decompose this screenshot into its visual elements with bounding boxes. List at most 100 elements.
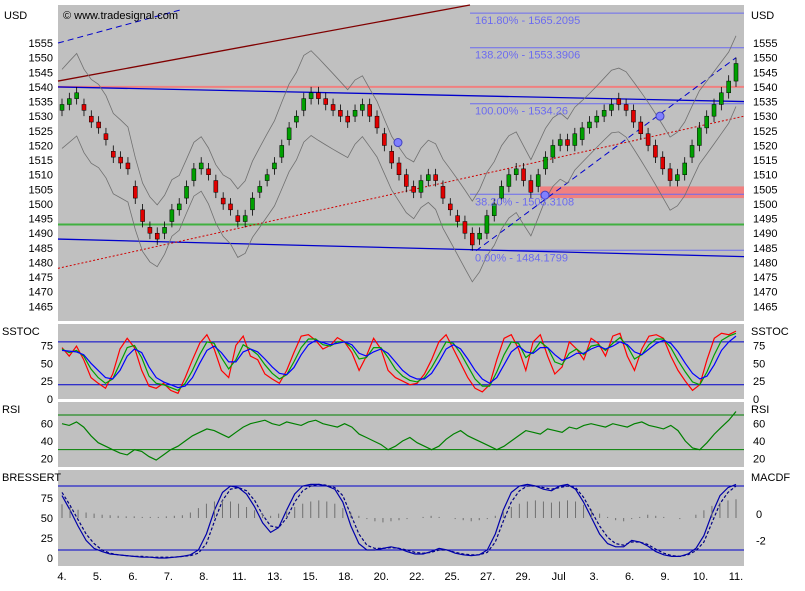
candle-body	[426, 174, 431, 181]
indicator-tick-left: 50	[41, 513, 53, 525]
fib-level-label: 0.00% - 1484.1799	[475, 252, 568, 264]
price-tick-label-right: 1550	[753, 53, 777, 65]
financial-chart: 1465 1465 1470 1470 1475 1475 1480 1480 1485 1485…	[2, 4, 790, 583]
x-tick-label: 10.	[693, 571, 708, 583]
price-tick-label-right: 1470	[753, 287, 777, 299]
fib-level-label: 100.00% - 1534.26	[475, 106, 568, 118]
price-tick-label-right: 1475	[753, 272, 777, 284]
candle-body	[162, 227, 167, 234]
candle-body	[462, 221, 468, 234]
candle-body	[316, 92, 321, 99]
candle-body	[433, 174, 438, 181]
price-tick-label-right: 1520	[753, 140, 777, 152]
candle-body	[675, 174, 680, 181]
price-tick-label-left: 1490	[29, 228, 53, 240]
x-tick-label: 18.	[338, 571, 353, 583]
candle-body	[374, 115, 380, 129]
x-tick-label: 27.	[480, 571, 495, 583]
indicator-tick-left: 40	[41, 436, 53, 448]
price-tick-label-left: 1495	[29, 214, 53, 226]
candle-body	[301, 98, 307, 111]
candle-body	[601, 110, 607, 117]
candle-body	[191, 168, 197, 181]
candle-body	[184, 186, 189, 199]
candle-body	[506, 174, 512, 187]
candle-body	[711, 104, 717, 117]
candle-body	[396, 162, 402, 175]
rsi-label-right: RSI	[751, 404, 769, 416]
candle-body	[594, 115, 600, 123]
x-tick-label: 13.	[267, 571, 282, 583]
indicator-tick-right: 40	[753, 436, 765, 448]
macd-label-right: MACDF	[751, 472, 790, 484]
indicator-tick-right: 25	[753, 376, 765, 388]
candle-body	[242, 215, 248, 222]
candle-body	[132, 186, 138, 199]
candle-body	[579, 127, 585, 140]
candle-body	[389, 151, 394, 164]
candle-body	[704, 115, 709, 129]
candle-body	[623, 104, 629, 111]
candle-body	[382, 133, 387, 146]
candle-body	[719, 92, 724, 105]
candle-body	[631, 110, 636, 123]
x-tick-label: 25.	[445, 571, 460, 583]
candle-body	[235, 215, 241, 222]
pivot-marker	[393, 138, 403, 148]
candle-body	[294, 115, 299, 123]
price-tick-label-right: 1495	[753, 214, 777, 226]
candle-body	[550, 145, 556, 158]
candle-body	[448, 203, 453, 211]
x-tick-label: 6.	[625, 571, 634, 583]
candle-body	[469, 232, 475, 246]
price-tick-label-left: 1500	[29, 199, 53, 211]
price-tick-label-left: 1555	[29, 38, 53, 50]
candle-body	[125, 162, 131, 170]
macd-tick-right: 0	[756, 509, 762, 521]
x-tick-label: 22.	[409, 571, 424, 583]
candle-body	[616, 98, 622, 105]
candle-body	[535, 174, 541, 187]
price-tick-label-right: 1545	[753, 67, 777, 79]
candle-body	[513, 168, 519, 175]
indicator-tick-left: 0	[47, 553, 53, 565]
x-tick-label: 5.	[93, 571, 102, 583]
candle-body	[81, 104, 87, 111]
sstoc-label-right: SSTOC	[751, 326, 789, 338]
indicator-tick-right: 75	[753, 340, 765, 352]
x-tick-label: 9.	[660, 571, 669, 583]
candle-body	[689, 145, 695, 158]
price-tick-label-right: 1490	[753, 228, 777, 240]
price-tick-label-left: 1545	[29, 67, 53, 79]
candle-body	[528, 180, 534, 193]
indicator-tick-left: 25	[41, 533, 53, 545]
price-tick-label-right: 1535	[753, 97, 777, 109]
candle-body	[147, 227, 153, 234]
candle-body	[667, 168, 673, 181]
price-tick-label-right: 1540	[753, 82, 777, 94]
price-tick-label-right: 1500	[753, 199, 777, 211]
x-tick-label: 11.	[232, 571, 246, 583]
candle-body	[557, 139, 563, 146]
price-tick-label-left: 1480	[29, 257, 53, 269]
macd-tick-right: -2	[756, 535, 766, 547]
candle-body	[140, 209, 145, 222]
candle-body	[323, 98, 329, 105]
price-tick-label-right: 1555	[753, 38, 777, 50]
copyright-text: © www.tradesignal.com	[63, 10, 178, 22]
candle-body	[286, 127, 292, 140]
fib-level-label: 38.20% - 1503.3108	[475, 196, 574, 208]
x-tick-label: 8.	[199, 571, 208, 583]
price-tick-label-left: 1520	[29, 140, 53, 152]
x-tick-label: Jul	[552, 571, 566, 583]
price-tick-label-right: 1505	[753, 184, 777, 196]
candle-body	[455, 215, 460, 222]
price-tick-label-left: 1530	[29, 111, 53, 123]
currency-label-right: USD	[751, 10, 774, 22]
candle-body	[198, 162, 204, 170]
price-tick-label-right: 1465	[753, 301, 777, 313]
price-tick-label-left: 1525	[29, 126, 53, 138]
candle-body	[404, 174, 409, 187]
candle-body	[733, 63, 739, 82]
candle-body	[484, 215, 490, 234]
